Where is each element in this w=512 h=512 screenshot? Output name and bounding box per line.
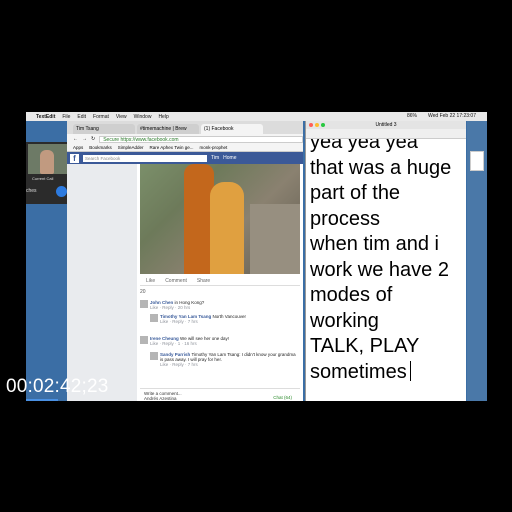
comment-text: North Vancouver	[212, 314, 246, 319]
text-line: modes of	[310, 284, 393, 306]
close-icon[interactable]	[309, 123, 313, 127]
post-photo[interactable]	[140, 164, 300, 274]
photo-child	[210, 182, 244, 274]
tab-tim-tsang[interactable]: Tim Tsang	[73, 124, 135, 134]
tab-timemachine[interactable]: #timemachine | Brew	[137, 124, 199, 134]
secure-label: Secure	[103, 136, 120, 143]
textedit-titlebar[interactable]: Untitled 3	[306, 121, 466, 129]
post-actions: Like Comment Share	[140, 276, 300, 286]
avatar[interactable]	[140, 300, 148, 308]
webcam-feed	[28, 144, 68, 174]
text-document[interactable]: yea yea yea that was a huge part of the …	[306, 139, 467, 401]
share-button[interactable]: Share	[197, 278, 210, 284]
bookmark-apps[interactable]: Apps	[73, 145, 83, 150]
textedit-window: Untitled 3 yea yea yea that was a huge p…	[305, 121, 466, 401]
menu-format[interactable]: Format	[93, 114, 109, 120]
left-sidebar	[67, 164, 135, 401]
facebook-search-input[interactable]: Search Facebook	[83, 154, 207, 162]
comment-meta[interactable]: Like · Reply · 20 hrs	[150, 305, 190, 310]
video-timecode: 00:02:42;23	[6, 376, 109, 397]
text-line: that was a huge	[310, 156, 452, 179]
format-toolbar[interactable]	[306, 129, 466, 139]
zoom-icon[interactable]	[321, 123, 325, 127]
reaction-count[interactable]: 20	[140, 289, 146, 295]
call-status-label: Current Call	[32, 176, 54, 181]
url-text: https://www.facebook.com	[120, 136, 179, 143]
text-line-last: sometimes	[310, 360, 467, 386]
address-bar: ← → ↻ Secure https://www.facebook.com	[67, 134, 303, 144]
chat-toggle[interactable]: Chat (64)	[273, 395, 292, 400]
text-line: TALK, PLAY	[310, 335, 420, 357]
microphone-button[interactable]	[56, 186, 67, 197]
text-caret	[409, 360, 411, 381]
menu-file[interactable]: File	[62, 114, 70, 120]
facebook-logo-icon[interactable]: f	[70, 153, 79, 163]
profile-link[interactable]: Tim	[211, 155, 219, 161]
menu-help[interactable]: Help	[158, 114, 168, 120]
text-line: when tim and i	[310, 233, 439, 255]
bookmarks-bar: Apps Bookmarks SimpleAdder Rare Aphex Tw…	[67, 144, 303, 152]
desktop: TextEdit File Edit Format View Window He…	[26, 112, 487, 401]
menu-view[interactable]: View	[116, 114, 127, 120]
text-line: process	[310, 207, 381, 230]
bookmark-bookmarks[interactable]: Bookmarks	[89, 145, 112, 150]
feed-post: Like Comment Share 20 John Chen in Hong …	[137, 164, 303, 401]
browser-window: Tim Tsang #timemachine | Brew (1) Facebo…	[67, 121, 303, 401]
comment-meta[interactable]: Like · Reply · 7 hrs	[160, 362, 198, 367]
avatar[interactable]	[150, 352, 158, 360]
comment-composer: Write a comment... Andrés Azestina Chat …	[140, 388, 300, 401]
bookmark-simpleadder[interactable]: SimpleAdder	[118, 145, 144, 150]
comment-meta[interactable]: Like · Reply · 7 hrs	[160, 319, 198, 324]
news-feed: Like Comment Share 20 John Chen in Hong …	[67, 164, 303, 401]
minimize-icon[interactable]	[315, 123, 319, 127]
menubar-clock[interactable]: Wed Feb 22 17:23:07	[428, 113, 476, 119]
menu-edit[interactable]: Edit	[77, 114, 86, 120]
comment-meta[interactable]: Like · Reply · 1 · 16 hrs	[150, 341, 197, 346]
battery-status[interactable]: 86%	[407, 113, 417, 119]
desktop-right-edge	[467, 121, 487, 401]
caller-avatar	[40, 150, 54, 174]
text-line: working	[310, 309, 379, 332]
avatar[interactable]	[140, 336, 148, 344]
document-title: Untitled 3	[375, 122, 397, 128]
menu-window[interactable]: Window	[134, 114, 152, 120]
menu-bar: TextEdit File Edit Format View Window He…	[26, 112, 487, 121]
photo-stone-wall	[250, 204, 300, 274]
timecode-progress-bar	[26, 399, 58, 401]
comment-button[interactable]: Comment	[165, 278, 187, 284]
reload-icon[interactable]: ↻	[91, 136, 95, 142]
text-line: sometimes	[310, 360, 407, 383]
desktop-document-icon[interactable]	[470, 151, 484, 171]
text-line: work we have 2	[310, 258, 449, 281]
tab-facebook[interactable]: (1) Facebook	[201, 124, 263, 134]
chat-contact[interactable]: Andrés Azestina	[144, 396, 177, 401]
tab-strip: Tim Tsang #timemachine | Brew (1) Facebo…	[67, 121, 303, 134]
back-icon[interactable]: ←	[73, 136, 78, 142]
avatar[interactable]	[150, 314, 158, 322]
app-menu[interactable]: TextEdit	[36, 114, 55, 120]
call-side-label: ches	[26, 188, 37, 194]
bookmark-aphex[interactable]: Rare Aphex Twin ge...	[150, 145, 194, 150]
text-line: yea yea yea	[310, 139, 418, 153]
facebook-header: f Search Facebook Tim Home	[67, 152, 303, 164]
text-line: part of the	[310, 182, 401, 204]
url-field[interactable]: Secure https://www.facebook.com	[99, 135, 303, 143]
like-button[interactable]: Like	[146, 278, 155, 284]
home-link[interactable]: Home	[223, 155, 236, 161]
bookmark-monk-prophet[interactable]: monk-prophet	[200, 145, 228, 150]
forward-icon[interactable]: →	[82, 136, 87, 142]
